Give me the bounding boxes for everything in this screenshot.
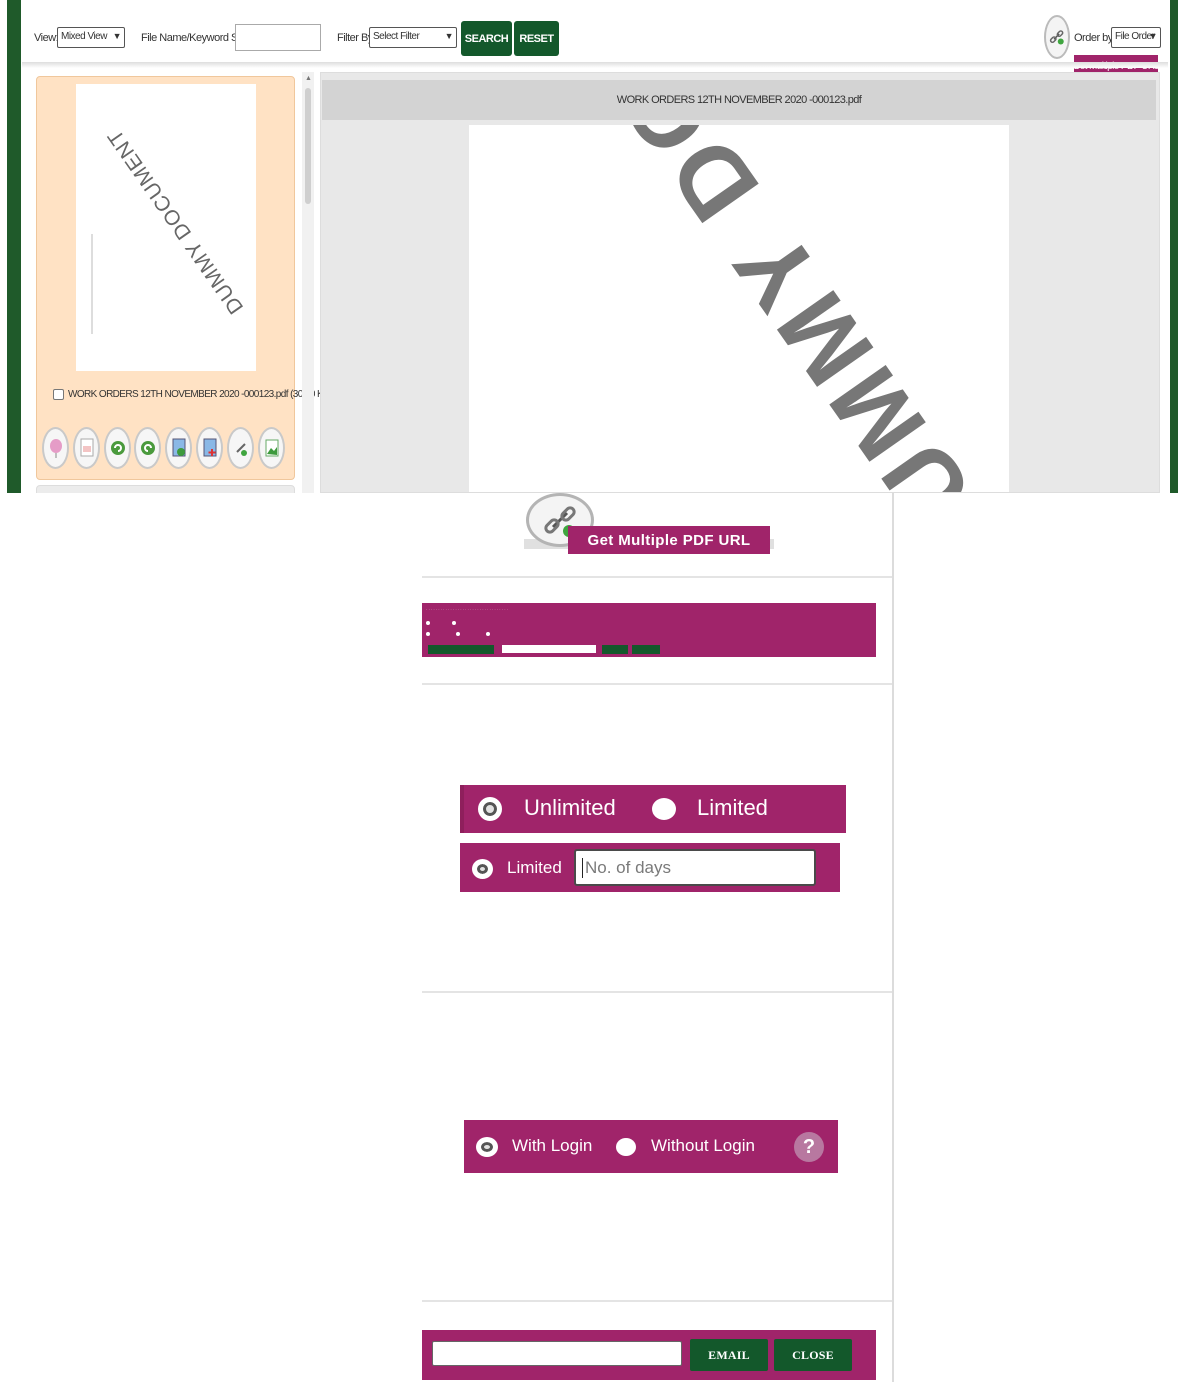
help-icon[interactable]: ?: [794, 1132, 824, 1162]
filter-select-value: Select Filter: [373, 31, 420, 42]
viewer-page: DUMMY DOCUMENT: [469, 125, 1009, 492]
pdf-viewer: WORK ORDERS 12TH NOVEMBER 2020 -000123.p…: [320, 72, 1160, 493]
document-manager: View: Mixed View ▼ File Name/Keyword Sea…: [0, 0, 1180, 493]
thumbnail-preview[interactable]: DUMMY DOCUMENT: [76, 84, 256, 371]
unlimited-label: Unlimited: [524, 795, 616, 820]
document-settings-icon[interactable]: [165, 427, 192, 469]
rotate-clockwise-icon[interactable]: [104, 427, 131, 469]
toolbar-divider: [22, 62, 1168, 68]
close-button[interactable]: CLOSE: [774, 1339, 852, 1371]
link-icon[interactable]: [227, 427, 254, 469]
balloon-icon[interactable]: [42, 427, 69, 469]
reset-button[interactable]: RESET: [514, 21, 559, 56]
without-login-label: Without Login: [651, 1136, 755, 1155]
preview-login-row: [426, 631, 492, 636]
thumbnail-actions: [42, 427, 292, 469]
preview-access-row: [426, 620, 458, 625]
preview-button-row: [428, 645, 868, 655]
link-icon-button[interactable]: [1044, 15, 1070, 59]
email-action-bar: EMAIL CLOSE: [422, 1330, 876, 1380]
right-frame-border: [1170, 0, 1178, 493]
email-input[interactable]: [432, 1341, 682, 1366]
preview-copy-button: [428, 645, 494, 654]
thumbnail-caption: WORK ORDERS 12TH NOVEMBER 2020 -000123.p…: [68, 389, 332, 400]
scrollbar-thumb[interactable]: [305, 88, 311, 204]
divider: [422, 991, 892, 993]
view-select[interactable]: Mixed View ▼: [57, 27, 125, 48]
rotate-counterclockwise-icon[interactable]: [134, 427, 161, 469]
select-file-checkbox[interactable]: [53, 389, 64, 400]
viewer-file-name: WORK ORDERS 12TH NOVEMBER 2020 -000123.p…: [322, 80, 1156, 120]
chevron-down-icon: ▼: [112, 31, 122, 41]
thumbnail-text-line: [91, 234, 93, 334]
view-select-value: Mixed View: [61, 31, 107, 42]
order-label: Order by:: [1074, 32, 1116, 44]
days-input[interactable]: No. of days: [574, 849, 816, 886]
document-add-icon[interactable]: [196, 427, 223, 469]
limited-radio[interactable]: [652, 798, 676, 820]
thumbnail-card[interactable]: DUMMY DOCUMENT WORK ORDERS 12TH NOVEMBER…: [36, 76, 332, 480]
thumbnail-scrollbar[interactable]: ▲: [302, 72, 314, 493]
limited-days-label: Limited: [507, 858, 562, 877]
left-frame-border: [7, 0, 21, 493]
email-button[interactable]: EMAIL: [690, 1339, 768, 1371]
limited-days-radio[interactable]: [472, 859, 493, 879]
preview-email-input: [502, 645, 596, 653]
toolbar: View: Mixed View ▼ File Name/Keyword Sea…: [22, 14, 1168, 77]
document-icon[interactable]: [73, 427, 100, 469]
image-icon[interactable]: [258, 427, 285, 469]
chevron-down-icon: ▼: [1148, 31, 1158, 41]
thumbnail-watermark: DUMMY DOCUMENT: [103, 124, 249, 319]
access-type-bar: Unlimited Limited: [460, 785, 846, 833]
search-button[interactable]: SEARCH: [461, 21, 512, 56]
get-multiple-pdf-url-dialog: Get Multiple PDF URL · · · · · · · · · ·…: [422, 493, 894, 1382]
divider: [422, 1300, 892, 1302]
filter-select[interactable]: Select Filter ▼: [369, 27, 457, 48]
with-login-radio[interactable]: [476, 1137, 498, 1157]
order-select[interactable]: File Order ▼: [1111, 27, 1161, 48]
login-option-bar: With Login Without Login ?: [464, 1120, 838, 1173]
unlimited-radio[interactable]: [478, 797, 502, 821]
limited-label: Limited: [697, 795, 768, 820]
next-thumbnail-card[interactable]: [36, 485, 295, 493]
without-login-radio[interactable]: [616, 1138, 636, 1156]
limited-days-bar: Limited No. of days: [460, 843, 840, 892]
preview-url-text: · · · · · · · · · · · · · · · · · · · · …: [426, 607, 508, 612]
viewer-watermark: DUMMY DOCUMENT: [469, 125, 1009, 492]
view-label: View:: [34, 32, 59, 44]
chevron-down-icon: ▼: [444, 31, 454, 41]
text-cursor: [582, 857, 583, 878]
preview-email-button: [602, 645, 628, 654]
divider: [422, 683, 892, 685]
days-input-placeholder: No. of days: [585, 857, 671, 877]
dialog-preview-thumbnail: · · · · · · · · · · · · · · · · · · · · …: [422, 603, 876, 657]
link-icon: [1049, 30, 1064, 45]
dialog-title: Get Multiple PDF URL: [568, 526, 770, 554]
divider: [422, 576, 892, 578]
preview-close-button: [632, 645, 660, 654]
search-input[interactable]: [235, 24, 321, 51]
with-login-label: With Login: [512, 1136, 593, 1155]
scroll-up-icon[interactable]: ▲: [305, 75, 312, 82]
bar-edge: [460, 785, 464, 833]
